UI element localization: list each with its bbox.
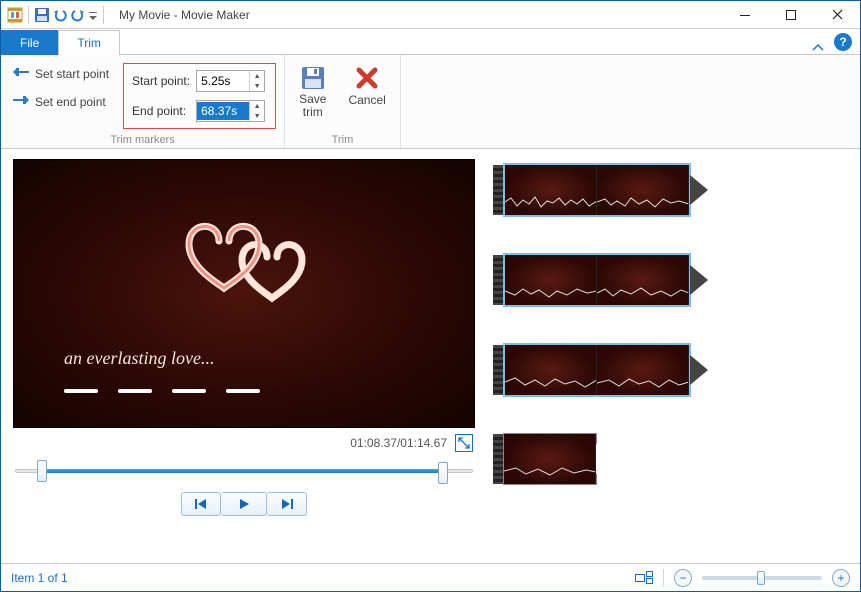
save-icon[interactable] [34, 7, 50, 23]
close-button[interactable] [814, 1, 860, 29]
preview-panel: an everlasting love... 01:08.37/01:14.67 [13, 159, 475, 557]
fullscreen-icon[interactable] [455, 434, 473, 452]
save-trim-icon [300, 65, 326, 91]
app-icon [7, 7, 23, 23]
time-display: 01:08.37/01:14.67 [350, 436, 447, 450]
playback-controls [13, 492, 475, 516]
start-point-icon [13, 66, 29, 82]
video-preview[interactable]: an everlasting love... [13, 159, 475, 428]
redo-icon[interactable] [70, 7, 86, 23]
spin-down-icon[interactable]: ▼ [250, 81, 264, 91]
preview-caption: an everlasting love... [64, 348, 214, 369]
group-trim-markers: Set start point Set end point Start poin… [1, 55, 285, 148]
status-bar: Item 1 of 1 − + [1, 563, 860, 591]
clip-thumbnail[interactable] [493, 433, 842, 485]
status-item-count: Item 1 of 1 [11, 571, 68, 585]
spin-up-icon[interactable]: ▲ [250, 71, 264, 81]
clip-thumbnail[interactable] [493, 253, 842, 307]
ribbon-tabs: File Trim ? [1, 29, 860, 55]
next-frame-button[interactable] [267, 492, 307, 516]
trim-values-panel: Start point: ▲▼ End point: ▲▼ [123, 63, 276, 129]
set-start-point-label: Set start point [35, 67, 109, 81]
trim-slider[interactable] [15, 458, 473, 484]
start-point-label: Start point: [132, 74, 190, 88]
trim-start-handle[interactable] [33, 458, 51, 484]
zoom-out-button[interactable]: − [674, 569, 692, 587]
clip-continue-icon [690, 175, 708, 205]
cancel-icon [354, 65, 380, 91]
clip-continue-icon [690, 265, 708, 295]
minimize-button[interactable] [722, 1, 768, 29]
help-icon[interactable]: ? [834, 33, 852, 51]
zoom-slider[interactable] [702, 576, 822, 580]
group-label: Trim [332, 132, 354, 148]
cancel-button[interactable]: Cancel [342, 63, 391, 109]
cancel-label: Cancel [348, 93, 385, 107]
qat-dropdown-icon[interactable] [88, 7, 98, 23]
clip-continue-icon [596, 444, 614, 474]
undo-icon[interactable] [52, 7, 68, 23]
title-bar: My Movie - Movie Maker [1, 1, 860, 29]
thumbnail-size-icon[interactable] [635, 571, 653, 585]
progress-dashes [64, 389, 260, 393]
maximize-button[interactable] [768, 1, 814, 29]
zoom-handle[interactable] [757, 571, 765, 585]
storyboard-panel[interactable] [493, 159, 848, 557]
end-point-label: End point: [132, 104, 186, 118]
group-label: Trim markers [110, 132, 174, 148]
group-trim: Save trim Cancel Trim [285, 55, 401, 148]
set-end-point-button[interactable]: Set end point [9, 91, 113, 113]
save-trim-label: Save trim [299, 93, 326, 119]
end-point-spinner[interactable]: ▲▼ [196, 100, 265, 122]
spin-down-icon[interactable]: ▼ [250, 111, 264, 121]
set-start-point-button[interactable]: Set start point [9, 63, 113, 85]
play-button[interactable] [221, 492, 267, 516]
spin-up-icon[interactable]: ▲ [250, 101, 264, 111]
set-end-point-label: Set end point [35, 95, 106, 109]
clip-thumbnail[interactable] [493, 343, 842, 397]
start-point-spinner[interactable]: ▲▼ [196, 70, 265, 92]
tab-file[interactable]: File [1, 30, 58, 55]
tab-trim[interactable]: Trim [58, 30, 120, 55]
collapse-ribbon-icon[interactable] [808, 42, 828, 54]
trim-end-handle[interactable] [437, 458, 455, 484]
clip-continue-icon [690, 355, 708, 385]
quick-access-toolbar [1, 6, 113, 24]
content-area: an everlasting love... 01:08.37/01:14.67 [1, 149, 860, 563]
start-point-input[interactable] [197, 72, 249, 90]
hearts-graphic [164, 206, 324, 316]
save-trim-button[interactable]: Save trim [293, 63, 332, 121]
window-title: My Movie - Movie Maker [113, 8, 722, 22]
previous-frame-button[interactable] [181, 492, 221, 516]
end-point-icon [13, 94, 29, 110]
ribbon: Set start point Set end point Start poin… [1, 55, 860, 149]
end-point-input[interactable] [197, 102, 249, 120]
clip-thumbnail[interactable] [493, 163, 842, 217]
zoom-in-button[interactable]: + [832, 569, 850, 587]
